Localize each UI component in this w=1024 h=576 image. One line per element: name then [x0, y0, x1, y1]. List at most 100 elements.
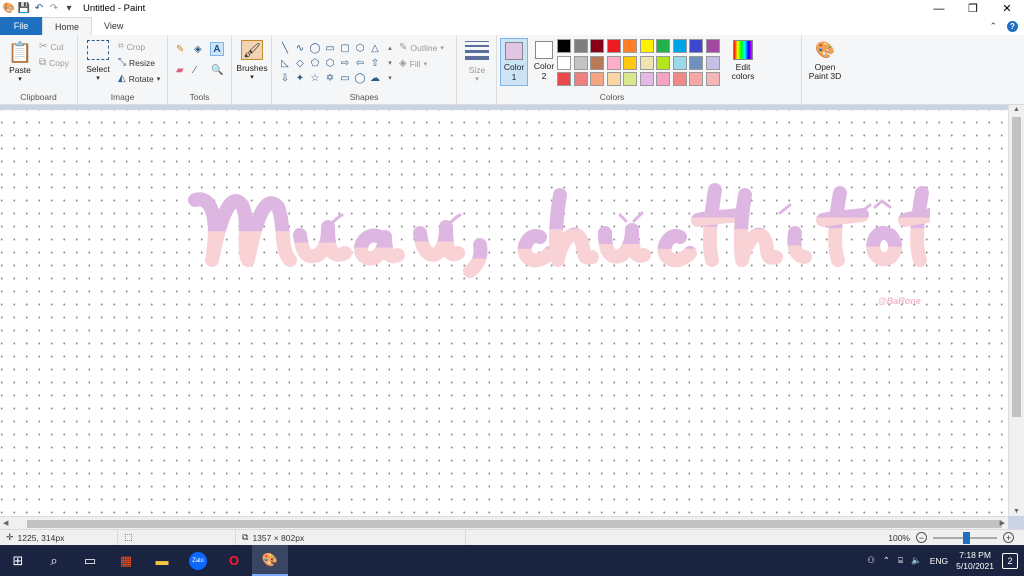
maximize-button[interactable]: ❐ [956, 0, 990, 17]
minimize-button[interactable]: — [922, 0, 956, 17]
palette-swatch[interactable] [705, 72, 720, 86]
edit-colors-button[interactable]: Edit colors [727, 40, 759, 81]
shapes-scroll-down-icon[interactable]: ▾ [383, 56, 397, 70]
file-explorer-icon[interactable]: ▬ [144, 545, 180, 576]
right-triangle-shape-icon[interactable]: ◺ [278, 56, 292, 70]
left-arrow-shape-icon[interactable]: ⇦ [353, 56, 367, 70]
palette-swatch[interactable] [672, 39, 687, 53]
rounded-rect-shape-icon[interactable]: ▢ [338, 41, 352, 55]
text-tool-icon[interactable]: A [210, 42, 224, 56]
callout-rect-icon[interactable]: ▭ [338, 71, 352, 85]
drawing-canvas[interactable]: @BaRone [0, 110, 1008, 516]
palette-swatch[interactable] [623, 72, 637, 86]
color1-button[interactable]: Color 1 [500, 38, 528, 86]
horizontal-scrollbar[interactable]: ◀ ▶ [0, 516, 1008, 529]
palette-swatch[interactable] [656, 39, 670, 53]
collapse-ribbon-icon[interactable]: ⌃ [989, 21, 997, 32]
palette-swatch[interactable] [705, 39, 720, 53]
hexagon-shape-icon[interactable]: ⬡ [323, 56, 337, 70]
crop-button[interactable]: ⌗ Crop [118, 41, 145, 52]
task-view-icon[interactable]: ▭ [72, 545, 108, 576]
up-arrow-shape-icon[interactable]: ⇧ [368, 56, 382, 70]
callout-oval-icon[interactable]: ◯ [353, 71, 367, 85]
size-button[interactable]: Size ▾ [463, 41, 491, 83]
zoom-slider[interactable] [933, 531, 997, 544]
color-picker-icon[interactable]: ⁄ [194, 65, 196, 76]
cut-button[interactable]: ✂ Cut [39, 41, 64, 52]
paste-button[interactable]: 📋 Paste ▾ [6, 40, 34, 83]
help-icon[interactable]: ? [1007, 20, 1018, 32]
horizontal-scroll-thumb[interactable] [27, 520, 1002, 528]
rotate-button[interactable]: ◭ Rotate ▾ [118, 73, 160, 84]
palette-swatch[interactable] [705, 55, 720, 70]
fill-button[interactable]: ◈ Fill ▾ [399, 58, 427, 69]
palette-swatch[interactable] [606, 55, 621, 70]
palette-swatch[interactable] [557, 39, 571, 53]
zoom-slider-thumb[interactable] [963, 531, 970, 544]
oval-shape-icon[interactable]: ◯ [308, 41, 322, 55]
zoom-out-icon[interactable]: − [916, 532, 927, 543]
network-icon[interactable]: ⌸ [898, 555, 903, 566]
tab-file[interactable]: File [0, 17, 42, 35]
palette-swatch[interactable] [639, 39, 654, 53]
notification-icon[interactable]: 2 [1002, 552, 1018, 569]
palette-swatch[interactable] [557, 55, 571, 70]
palette-swatch[interactable] [639, 72, 654, 86]
palette-swatch[interactable] [656, 55, 670, 70]
eraser-icon[interactable]: ▰ [176, 65, 184, 76]
search-icon[interactable]: ⌕ [36, 545, 72, 576]
line-shape-icon[interactable]: ╲ [278, 41, 292, 55]
copy-button[interactable]: ⧉ Copy [39, 57, 69, 68]
five-point-star-icon[interactable]: ☆ [308, 71, 322, 85]
customize-qat-icon[interactable]: ▾ [63, 3, 75, 15]
resize-button[interactable]: ⤡ Resize [118, 57, 155, 68]
palette-swatch[interactable] [689, 72, 703, 86]
palette-swatch[interactable] [656, 72, 670, 86]
language-indicator[interactable]: ENG [930, 556, 948, 566]
shapes-scroll-up-icon[interactable]: ▴ [383, 41, 397, 55]
right-arrow-shape-icon[interactable]: ⇨ [338, 56, 352, 70]
scroll-up-icon[interactable]: ▲ [1013, 106, 1020, 113]
palette-swatch[interactable] [639, 55, 654, 70]
clock[interactable]: 7:18 PM 5/10/2021 [956, 550, 994, 572]
scroll-right-icon[interactable]: ▶ [1000, 519, 1005, 527]
start-button[interactable]: ⊞ [0, 545, 36, 576]
people-icon[interactable]: ⚇ [867, 555, 875, 566]
color2-button[interactable]: Color 2 [530, 38, 558, 86]
zalo-icon[interactable]: Zalo [180, 545, 216, 576]
tray-chevron-icon[interactable]: ⌃ [883, 555, 890, 566]
vertical-scroll-thumb[interactable] [1012, 117, 1021, 417]
scroll-down-icon[interactable]: ▼ [1013, 508, 1020, 515]
palette-swatch[interactable] [590, 72, 604, 86]
select-button[interactable]: Select ▾ [84, 40, 112, 82]
scroll-left-icon[interactable]: ◀ [3, 519, 8, 527]
tab-view[interactable]: View [92, 17, 135, 35]
palette-swatch[interactable] [590, 39, 604, 53]
palette-swatch[interactable] [689, 55, 703, 70]
palette-swatch[interactable] [689, 39, 703, 53]
opera-icon[interactable]: O [216, 545, 252, 576]
palette-swatch[interactable] [606, 72, 621, 86]
palette-swatch[interactable] [623, 39, 637, 53]
triangle-shape-icon[interactable]: △ [368, 41, 382, 55]
rectangle-shape-icon[interactable]: ▭ [323, 41, 337, 55]
diamond-shape-icon[interactable]: ◇ [293, 56, 307, 70]
open-paint3d-button[interactable]: 🎨 Open Paint 3D [806, 40, 844, 81]
tab-home[interactable]: Home [42, 17, 93, 35]
polygon-shape-icon[interactable]: ⬡ [353, 41, 367, 55]
pencil-icon[interactable]: ✎ [176, 44, 184, 55]
palette-swatch[interactable] [623, 55, 637, 70]
store-icon[interactable]: ▦ [108, 545, 144, 576]
palette-swatch[interactable] [573, 72, 588, 86]
zoom-in-icon[interactable]: + [1003, 532, 1014, 543]
palette-swatch[interactable] [672, 72, 687, 86]
curve-shape-icon[interactable]: ∿ [293, 41, 307, 55]
callout-cloud-icon[interactable]: ☁ [368, 71, 382, 85]
close-button[interactable]: ✕ [990, 0, 1024, 17]
palette-swatch[interactable] [573, 55, 588, 70]
save-icon[interactable]: 💾 [18, 3, 30, 15]
undo-icon[interactable]: ↶ [33, 3, 45, 15]
brushes-button[interactable]: 🖌 Brushes ▾ [235, 40, 269, 81]
redo-icon[interactable]: ↷ [48, 3, 60, 15]
shapes-more-icon[interactable]: ▾ [383, 71, 397, 85]
